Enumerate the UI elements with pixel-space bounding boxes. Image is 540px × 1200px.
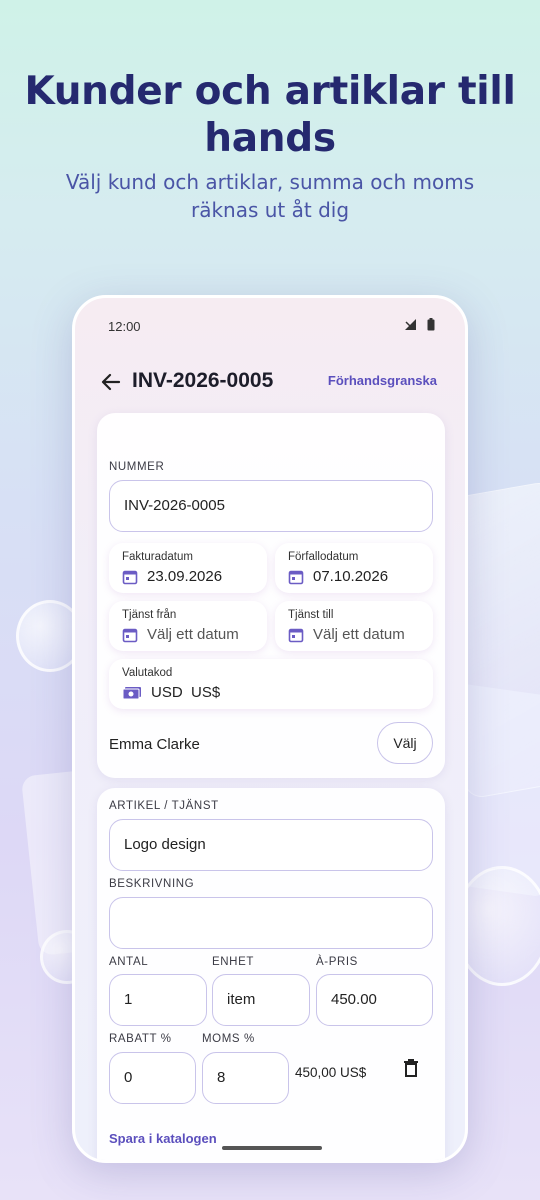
home-indicator xyxy=(222,1146,322,1150)
price-label: À-PRIS xyxy=(316,956,358,968)
due-date-field[interactable]: Förfallodatum 07.10.2026 xyxy=(275,543,433,593)
calendar-icon xyxy=(122,628,138,643)
unit-field[interactable]: item xyxy=(212,974,310,1026)
service-from-placeholder: Välj ett datum xyxy=(147,626,239,643)
article-field[interactable]: Logo design xyxy=(109,819,433,871)
description-field[interactable] xyxy=(109,897,433,949)
service-from-label: Tjänst från xyxy=(122,609,177,621)
promo-title: Kunder och artiklar till hands xyxy=(24,69,516,161)
calendar-icon xyxy=(288,570,304,585)
money-icon xyxy=(122,687,141,700)
quantity-value: 1 xyxy=(124,991,133,1008)
due-date-label: Förfallodatum xyxy=(288,551,359,563)
vat-value: 8 xyxy=(217,1069,226,1086)
service-to-label: Tjänst till xyxy=(288,609,334,621)
customer-name: Emma Clarke xyxy=(109,736,200,753)
status-time: 12:00 xyxy=(108,319,141,334)
app-bar: INV-2026-0005 Förhandsgranska xyxy=(75,360,465,404)
invoice-details-card: NUMMER INV-2026-0005 Fakturadatum 23.09.… xyxy=(97,413,445,778)
choose-customer-button[interactable]: Välj xyxy=(377,722,433,764)
unit-value: item xyxy=(227,991,256,1008)
status-bar: 12:00 xyxy=(75,298,465,356)
invoice-date-label: Fakturadatum xyxy=(122,551,193,563)
calendar-icon xyxy=(288,628,304,643)
number-label: NUMMER xyxy=(109,461,165,473)
number-value: INV-2026-0005 xyxy=(124,497,225,514)
number-field[interactable]: INV-2026-0005 xyxy=(109,480,433,532)
preview-button[interactable]: Förhandsgranska xyxy=(328,373,437,388)
quantity-label: ANTAL xyxy=(109,956,149,968)
phone-frame: 12:00 INV-2026-0005 Förhandsgranska NUMM… xyxy=(72,295,468,1163)
service-to-field[interactable]: Tjänst till Välj ett datum xyxy=(275,601,433,651)
service-from-field[interactable]: Tjänst från Välj ett datum xyxy=(109,601,267,651)
status-icons xyxy=(404,318,435,331)
article-label: ARTIKEL / TJÄNST xyxy=(109,800,219,812)
article-value: Logo design xyxy=(124,836,206,853)
currency-label: Valutakod xyxy=(122,667,173,679)
due-date-value: 07.10.2026 xyxy=(313,568,389,585)
unit-label: ENHET xyxy=(212,956,254,968)
line-total: 450,00 US$ xyxy=(295,1065,367,1080)
invoice-date-field[interactable]: Fakturadatum 23.09.2026 xyxy=(109,543,267,593)
page-title: INV-2026-0005 xyxy=(132,369,274,392)
currency-value: USD US$ xyxy=(151,684,221,701)
promo-subtitle: Välj kund och artiklar, summa och moms r… xyxy=(65,170,475,222)
price-value: 450.00 xyxy=(331,991,377,1008)
invoice-date-value: 23.09.2026 xyxy=(147,568,223,585)
vat-field[interactable]: 8 xyxy=(202,1052,289,1104)
trash-icon[interactable] xyxy=(400,1057,422,1079)
description-label: BESKRIVNING xyxy=(109,878,195,890)
signal-icon xyxy=(405,319,416,330)
discount-value: 0 xyxy=(124,1069,133,1086)
discount-field[interactable]: 0 xyxy=(109,1052,196,1104)
battery-icon xyxy=(427,318,435,331)
line-item-card: ARTIKEL / TJÄNST Logo design BESKRIVNING… xyxy=(97,788,445,1160)
discount-label: RABATT % xyxy=(109,1033,172,1045)
currency-field[interactable]: Valutakod USD US$ xyxy=(109,659,433,709)
save-to-catalog-button[interactable]: Spara i katalogen xyxy=(109,1131,217,1146)
price-field[interactable]: 450.00 xyxy=(316,974,433,1026)
quantity-field[interactable]: 1 xyxy=(109,974,207,1026)
vat-label: MOMS % xyxy=(202,1033,255,1045)
back-arrow-icon[interactable] xyxy=(97,368,125,396)
service-to-placeholder: Välj ett datum xyxy=(313,626,405,643)
calendar-icon xyxy=(122,570,138,585)
